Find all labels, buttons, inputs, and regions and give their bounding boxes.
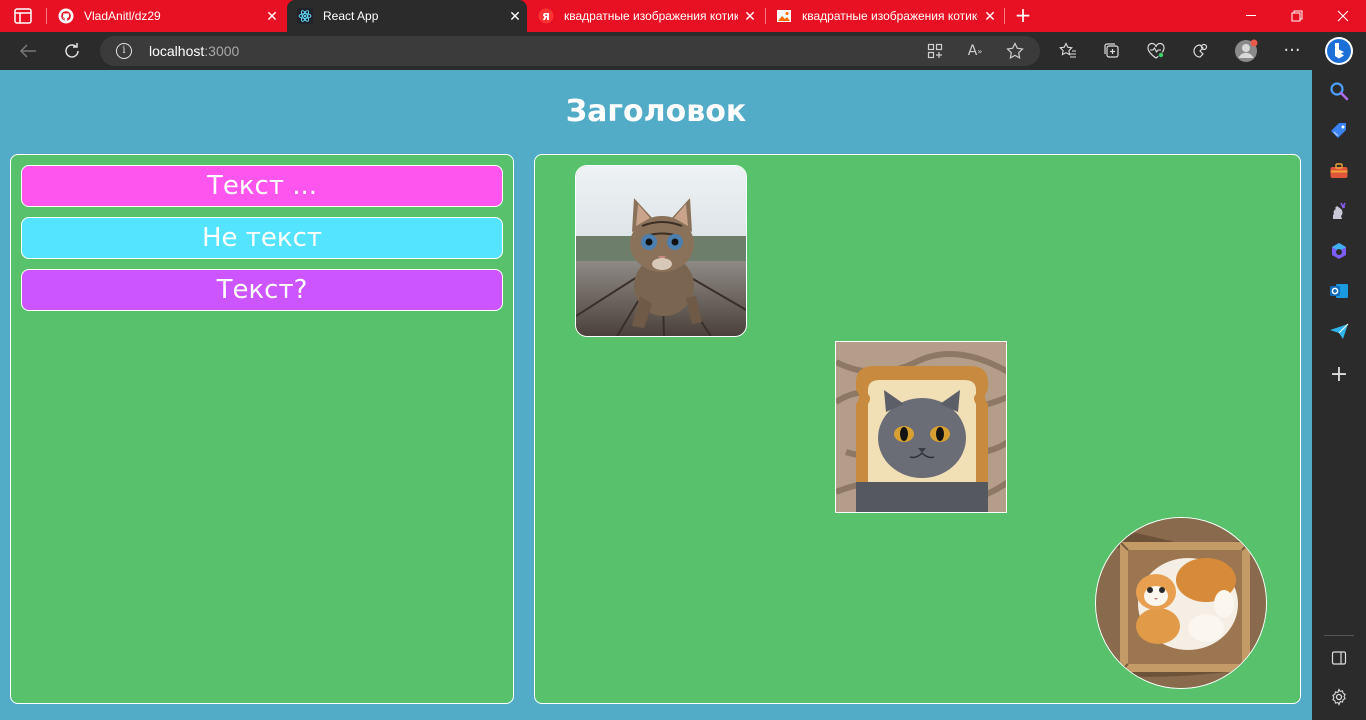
read-aloud-icon[interactable]: A» — [965, 41, 985, 61]
url-text[interactable]: localhost:3000 — [149, 43, 239, 59]
tab-actions-icon[interactable] — [14, 8, 32, 24]
svg-text:Я: Я — [542, 12, 550, 23]
tab-bar: VladAnitl/dz29 ✕ React App ✕ Я квадратны… — [0, 0, 1366, 32]
add-sidebar-app-icon[interactable]: + — [1328, 364, 1350, 386]
restore-icon[interactable] — [1274, 0, 1320, 32]
extensions-icon[interactable] — [1187, 39, 1213, 63]
close-tab-icon[interactable]: ✕ — [260, 8, 284, 25]
kitten-image — [575, 165, 747, 337]
close-window-icon[interactable] — [1320, 0, 1366, 32]
tab-separator — [46, 8, 47, 24]
bing-copilot-icon[interactable] — [1324, 36, 1354, 66]
text-button-pink[interactable]: Текст ... — [21, 165, 503, 207]
new-tab-icon[interactable]: + — [1012, 4, 1034, 26]
left-panel: Текст ... Не текст Текст? — [10, 154, 514, 704]
site-info-icon[interactable]: i — [116, 43, 132, 59]
browser-essentials-icon[interactable] — [1143, 39, 1169, 63]
tab-label: квадратные изображения котиков — [564, 9, 738, 23]
react-icon — [297, 8, 313, 24]
favorites-icon[interactable] — [1055, 39, 1081, 63]
settings-gear-icon[interactable] — [1328, 686, 1350, 708]
close-tab-icon[interactable]: ✕ — [738, 8, 762, 25]
favorite-star-icon[interactable] — [1005, 41, 1025, 61]
minimize-icon[interactable] — [1228, 0, 1274, 32]
more-menu-icon[interactable]: ··· — [1279, 39, 1305, 63]
text-button-cyan[interactable]: Не текст — [21, 217, 503, 259]
yandex-icon: Я — [538, 8, 554, 24]
tab-yandex-images[interactable]: Я квадратные изображения котиков ✕ — [528, 0, 762, 32]
outlook-icon[interactable] — [1328, 280, 1350, 302]
tab-separator — [1004, 8, 1005, 24]
tools-toolbox-icon[interactable] — [1328, 160, 1350, 182]
browser-toolbar: i localhost:3000 A» ··· — [0, 32, 1366, 70]
profile-avatar[interactable] — [1233, 39, 1259, 63]
right-panel — [534, 154, 1301, 704]
back-icon[interactable] — [15, 39, 41, 63]
tab-react-app[interactable]: React App ✕ — [287, 0, 527, 32]
url-port: :3000 — [204, 43, 240, 59]
image-icon — [776, 8, 792, 24]
url-host: localhost — [149, 43, 205, 59]
app-available-icon[interactable] — [925, 41, 945, 61]
collections-icon[interactable] — [1099, 39, 1125, 63]
games-chess-icon[interactable] — [1328, 200, 1350, 222]
toast-cat-image — [835, 341, 1007, 513]
address-bar[interactable]: i localhost:3000 A» — [100, 36, 1040, 66]
tab-label: VladAnitl/dz29 — [84, 9, 161, 23]
page-heading: Заголовок — [565, 94, 747, 129]
sidebar-divider — [1324, 635, 1354, 636]
text-button-purple[interactable]: Текст? — [21, 269, 503, 311]
close-tab-icon[interactable]: ✕ — [978, 8, 1002, 25]
drop-send-icon[interactable] — [1328, 320, 1350, 342]
tab-label: квадратные изображения котиков — [802, 9, 978, 23]
page-viewport: Заголовок Текст ... Не текст Текст? — [0, 70, 1312, 720]
tab-label: React App — [323, 9, 379, 23]
github-icon — [58, 8, 74, 24]
box-cat-image — [1095, 517, 1267, 689]
shopping-tag-icon[interactable] — [1328, 120, 1350, 142]
hide-sidebar-icon[interactable] — [1328, 647, 1350, 669]
refresh-icon[interactable] — [59, 39, 85, 63]
search-icon[interactable] — [1328, 80, 1350, 102]
edge-sidebar: + — [1312, 70, 1366, 720]
microsoft-365-icon[interactable] — [1328, 240, 1350, 262]
tab-github[interactable]: VladAnitl/dz29 ✕ — [48, 0, 284, 32]
close-tab-icon[interactable]: ✕ — [503, 8, 527, 25]
tab-image-search[interactable]: квадратные изображения котиков ✕ — [766, 0, 1002, 32]
